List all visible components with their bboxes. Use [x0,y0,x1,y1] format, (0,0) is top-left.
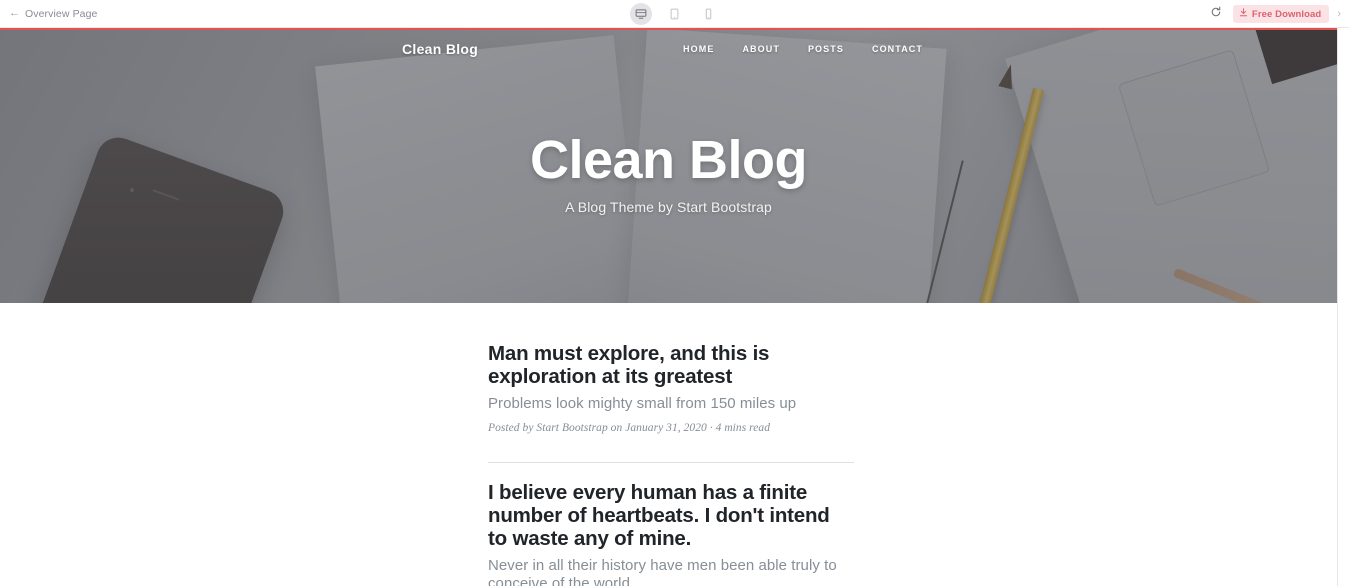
preview-toolbar: ← Overview Page Free Download › [0,0,1349,28]
device-tablet-button[interactable] [664,3,686,25]
post-preview[interactable]: Man must explore, and this is exploratio… [488,342,854,442]
tablet-icon [669,8,680,20]
refresh-icon [1210,5,1222,23]
device-desktop-button[interactable] [629,2,652,25]
mobile-icon [704,8,713,20]
post-subtitle: Problems look mighty small from 150 mile… [488,394,797,412]
post-column: Man must explore, and this is exploratio… [488,342,854,586]
post-divider [488,462,854,464]
back-to-overview-label: Overview Page [25,7,98,20]
preview-scrollbar[interactable] [1337,28,1349,586]
free-download-button[interactable]: Free Download [1232,5,1330,23]
page-load-progress-bar [0,28,1337,30]
refresh-button[interactable] [1207,5,1225,23]
toolbar-right-actions: Free Download › [1207,0,1349,28]
post-title[interactable]: Man must explore, and this is exploratio… [488,342,854,389]
arrow-left-icon: ← [9,7,20,19]
preview-viewport: Clean Blog HOME ABOUT POSTS CONTACT Clea… [0,28,1349,586]
post-title[interactable]: I believe every human has a finite numbe… [488,481,854,551]
hero-text-block: Clean Blog A Blog Theme by Start Bootstr… [0,28,1337,303]
post-preview[interactable]: I believe every human has a finite numbe… [488,481,854,586]
device-switcher [610,2,740,25]
post-meta: Posted by Start Bootstrap on January 31,… [488,422,771,435]
post-list-section: Man must explore, and this is exploratio… [0,303,1337,586]
download-icon [1239,8,1248,20]
chevron-right-icon[interactable]: › [1337,8,1343,20]
previewed-website: Clean Blog HOME ABOUT POSTS CONTACT Clea… [0,28,1337,586]
free-download-label: Free Download [1251,8,1322,20]
post-subtitle: Never in all their history have men been… [488,557,837,586]
device-mobile-button[interactable] [698,3,720,25]
desktop-icon [635,8,647,20]
hero-title: Clean Blog [529,130,808,191]
site-masthead: Clean Blog HOME ABOUT POSTS CONTACT Clea… [0,28,1337,303]
back-to-overview-button[interactable]: ← Overview Page [0,8,300,20]
hero-subtitle: A Blog Theme by Start Bootstrap [565,198,772,215]
